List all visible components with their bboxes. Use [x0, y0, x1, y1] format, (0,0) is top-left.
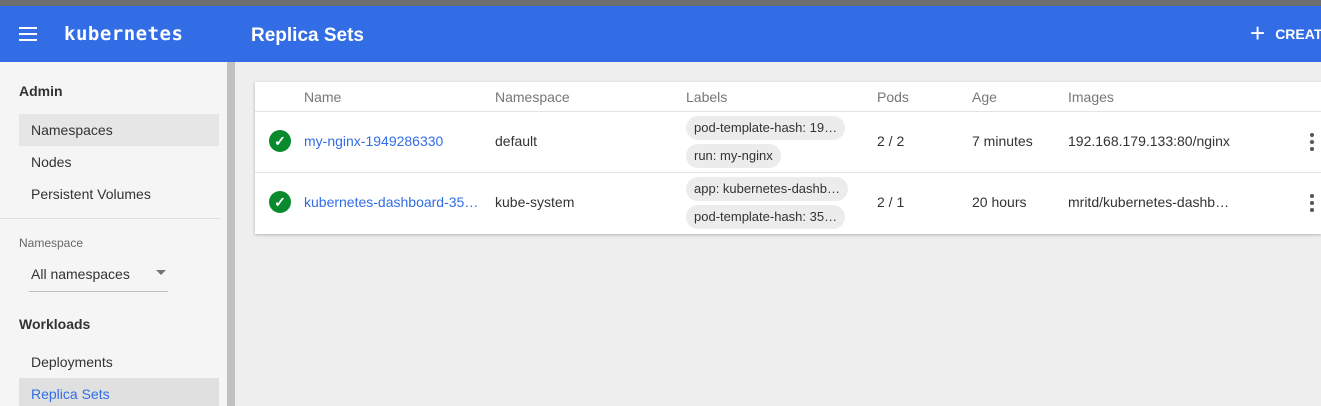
replica-set-age: 7 minutes	[972, 133, 1033, 149]
column-header-name[interactable]: Name	[304, 89, 341, 105]
page-title: Replica Sets	[251, 25, 364, 46]
sidebar-item-namespaces[interactable]: Namespaces	[19, 114, 219, 146]
hamburger-menu-icon[interactable]	[10, 16, 46, 52]
sidebar-section-workloads: Workloads	[19, 316, 91, 332]
column-header-pods: Pods	[877, 89, 909, 105]
sidebar-divider	[0, 218, 220, 219]
sidebar-item-deployments[interactable]: Deployments	[19, 346, 219, 378]
replica-set-namespace: default	[495, 133, 538, 149]
dropdown-caret-icon	[156, 270, 166, 275]
header-separator	[255, 111, 1321, 112]
row-actions-more-icon[interactable]	[1305, 193, 1319, 213]
create-button[interactable]: + CREATE	[1250, 18, 1321, 48]
replica-set-images: mritd/kubernetes-dashb…	[1068, 194, 1230, 210]
sidebar-scrollbar[interactable]	[227, 62, 235, 406]
replica-set-name-link[interactable]: kubernetes-dashboard-35…	[304, 194, 478, 210]
column-header-age[interactable]: Age	[972, 89, 997, 105]
sidebar-item-persistent-volumes[interactable]: Persistent Volumes	[19, 178, 219, 210]
plus-icon: +	[1250, 18, 1266, 48]
row-actions-more-icon[interactable]	[1305, 132, 1319, 152]
sidebar-section-admin: Admin	[19, 83, 63, 99]
replica-set-pods: 2 / 1	[877, 194, 905, 210]
replica-sets-table: Name Namespace Labels Pods Age Images ✓ …	[255, 82, 1321, 234]
row-separator	[255, 172, 1321, 173]
column-header-labels: Labels	[686, 89, 728, 105]
brand-logo-text: kubernetes	[64, 23, 184, 45]
namespace-select[interactable]: All namespaces	[29, 260, 168, 292]
replica-set-age: 20 hours	[972, 194, 1027, 210]
namespace-select-value: All namespaces	[31, 266, 130, 282]
replica-set-images: 192.168.179.133:80/nginx	[1068, 133, 1230, 149]
sidebar: Admin Namespaces Nodes Persistent Volume…	[0, 62, 227, 406]
create-button-label: CREATE	[1275, 26, 1321, 42]
label-chip: pod-template-hash: 35…	[686, 205, 846, 229]
status-success-icon: ✓	[269, 191, 291, 213]
label-chip: pod-template-hash: 19…	[686, 116, 846, 140]
replica-set-namespace: kube-system	[495, 194, 575, 210]
label-chip: app: kubernetes-dashb…	[686, 177, 848, 201]
label-chip: run: my-nginx	[686, 144, 781, 168]
column-header-images: Images	[1068, 89, 1114, 105]
replica-set-pods: 2 / 2	[877, 133, 905, 149]
sidebar-item-nodes[interactable]: Nodes	[19, 146, 219, 178]
column-header-namespace[interactable]: Namespace	[495, 89, 570, 105]
sidebar-item-replica-sets[interactable]: Replica Sets	[19, 378, 219, 406]
top-toolbar: kubernetes Replica Sets + CREATE	[0, 6, 1321, 62]
status-success-icon: ✓	[269, 130, 291, 152]
replica-set-name-link[interactable]: my-nginx-1949286330	[304, 133, 443, 149]
namespace-caption: Namespace	[19, 236, 84, 250]
